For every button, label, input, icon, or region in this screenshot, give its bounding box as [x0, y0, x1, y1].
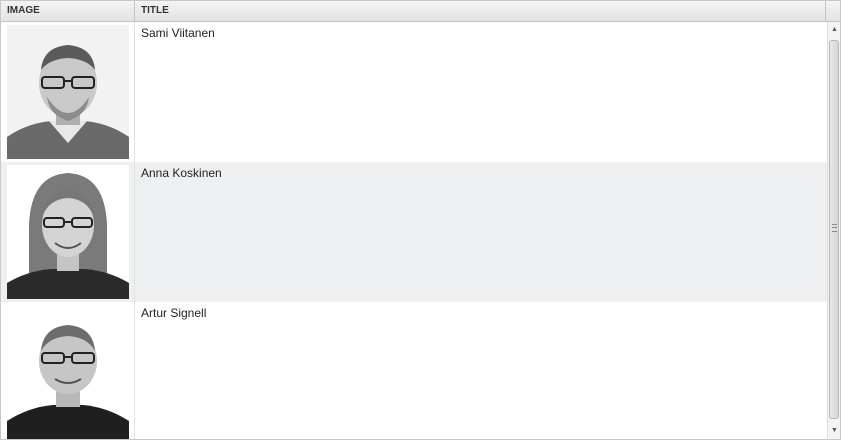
chevron-up-icon[interactable]: ▲ [828, 22, 840, 38]
vertical-scrollbar[interactable]: ▲ ▼ [827, 22, 840, 439]
image-cell [1, 162, 135, 302]
portrait-image [7, 165, 129, 299]
chevron-down-icon[interactable]: ▼ [828, 423, 840, 439]
grid-header: IMAGE TITLE [1, 1, 840, 22]
image-cell [1, 302, 135, 439]
row-title: Artur Signell [141, 306, 207, 320]
row-title: Anna Koskinen [141, 166, 222, 180]
table-row[interactable]: Artur Signell [1, 302, 827, 439]
table-row[interactable]: Sami Viitanen [1, 22, 827, 162]
column-header-image[interactable]: IMAGE [1, 1, 135, 21]
grid-body: Sami Viitanen Anna Koskinen Artur Signel… [1, 22, 827, 439]
grip-icon [832, 224, 837, 232]
row-title: Sami Viitanen [141, 26, 215, 40]
data-grid: IMAGE TITLE Sami Viitanen Anna Koskinen … [0, 0, 841, 440]
header-corner [826, 1, 840, 21]
table-row[interactable]: Anna Koskinen [1, 162, 827, 302]
image-cell [1, 22, 135, 162]
scrollbar-thumb[interactable] [829, 40, 839, 419]
portrait-image [7, 25, 129, 159]
portrait-image [7, 305, 129, 439]
column-header-title[interactable]: TITLE [135, 1, 826, 21]
